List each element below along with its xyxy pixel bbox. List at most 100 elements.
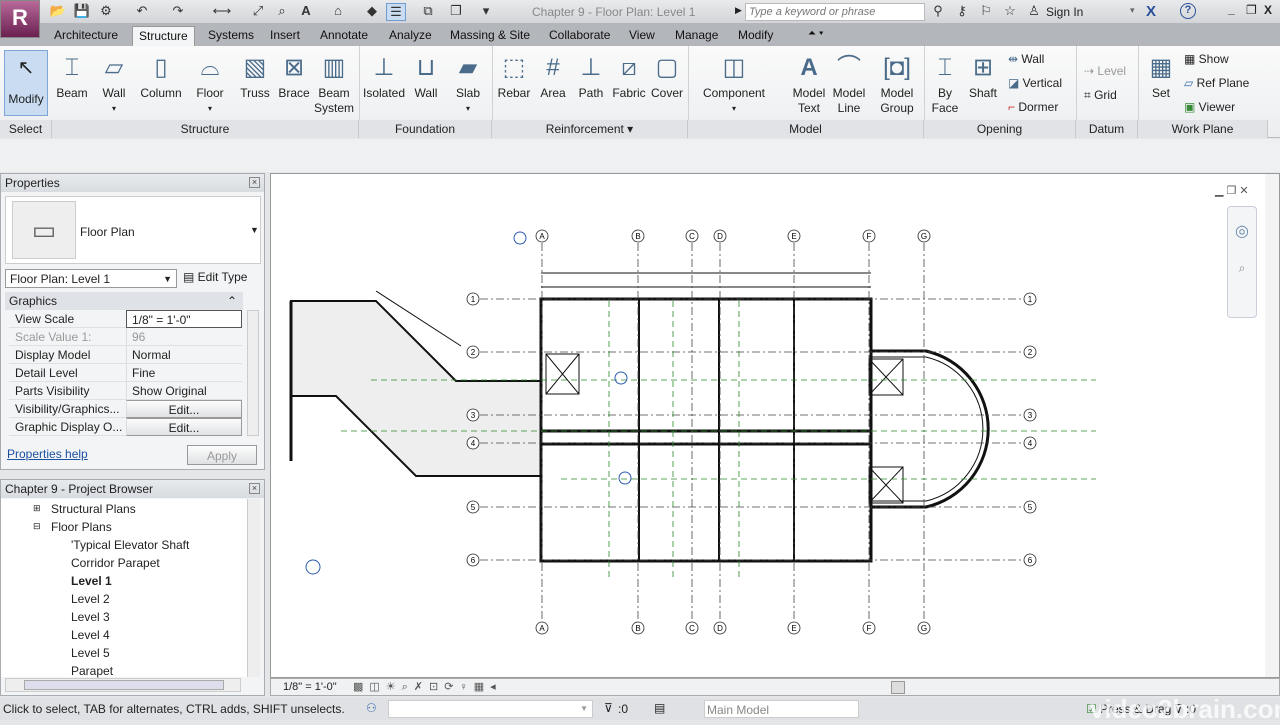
grid-button[interactable]: ⌗ Grid [1084, 88, 1117, 103]
exchange-icon[interactable]: X [1146, 3, 1156, 20]
beam-system-button[interactable]: ▥ Beam System [314, 50, 354, 116]
viewer-button[interactable]: ▣ Viewer [1184, 100, 1235, 114]
properties-help-link[interactable]: Properties help [7, 447, 88, 461]
canvas-hscrollbar-thumb[interactable] [891, 681, 905, 694]
tree-item[interactable]: Corridor Parapet [71, 556, 160, 570]
beam-button[interactable]: ⌶ Beam [54, 50, 90, 101]
grid-bubble-6[interactable]: 6 [1023, 553, 1037, 567]
grid-bubble-B[interactable]: B [631, 229, 645, 243]
ref-plane-button[interactable]: ▱ Ref Plane [1184, 76, 1249, 90]
vertical-opening-button[interactable]: ◪ Vertical [1008, 76, 1062, 90]
grid-bubble-D[interactable]: D [713, 229, 727, 243]
design-options-icon[interactable]: ▤ [654, 701, 665, 715]
show-workplane-button[interactable]: ▦ Show [1184, 52, 1229, 66]
wall-opening-button[interactable]: ⇹ Wall [1008, 52, 1044, 66]
grid-bubble-3[interactable]: 3 [466, 408, 480, 422]
area-button[interactable]: # Area [536, 50, 570, 101]
tab-systems[interactable]: Systems [202, 26, 260, 46]
panel-select[interactable]: Select [0, 120, 52, 138]
open-icon[interactable]: 📂 [48, 3, 68, 19]
worksets-icon[interactable]: ⚇ [366, 701, 377, 715]
wall-foundation-button[interactable]: ⊔ Wall [408, 50, 444, 101]
section-icon[interactable]: ◆ [362, 3, 382, 19]
graphic-display-edit-button[interactable]: Edit... [126, 418, 242, 436]
edit-type-button[interactable]: ▤ Edit Type [183, 270, 247, 284]
expand-icon[interactable]: ⊞ [33, 503, 41, 514]
tab-view[interactable]: View [623, 26, 661, 46]
tree-item[interactable]: Level 3 [71, 610, 110, 624]
sign-in-dropdown-icon[interactable]: ▾ [1130, 5, 1135, 16]
grid-bubble-1[interactable]: 1 [466, 292, 480, 306]
thin-lines-icon[interactable]: ☰ [386, 3, 406, 21]
ribbon-minimize-icon[interactable]: ⏶ ▾ [802, 26, 830, 46]
fabric-button[interactable]: ⧄ Fabric [610, 50, 648, 101]
rebar-button[interactable]: ⬚ Rebar [496, 50, 532, 101]
grid-bubble-F[interactable]: F [862, 621, 876, 635]
model-line-button[interactable]: ⌒ Model Line [830, 50, 868, 116]
grid-bubble-2[interactable]: 2 [466, 345, 480, 359]
visibility-edit-button[interactable]: Edit... [126, 400, 242, 418]
restore-button[interactable]: ❐ [1246, 3, 1257, 17]
grid-bubble-4[interactable]: 4 [466, 436, 480, 450]
satellite-icon[interactable]: ⚐ [976, 3, 996, 19]
grid-bubble-G[interactable]: G [917, 229, 931, 243]
floor-button[interactable]: ⌓ Floor ▾ [192, 50, 228, 116]
save-icon[interactable]: 💾 [72, 3, 92, 19]
apply-button[interactable]: Apply [187, 445, 257, 465]
graphics-section[interactable]: Graphics ⌃ [5, 292, 243, 310]
tree-item[interactable]: Level 4 [71, 628, 110, 642]
grid-bubble-A[interactable]: A [535, 229, 549, 243]
zoom-icon[interactable]: ⌕ [1228, 261, 1256, 276]
tree-item[interactable]: Parapet [71, 664, 113, 678]
truss-button[interactable]: ▧ Truss [238, 50, 272, 101]
minimize-button[interactable]: _ [1228, 2, 1235, 16]
grid-bubble-A[interactable]: A [535, 621, 549, 635]
tree-item[interactable]: 'Typical Elevator Shaft [71, 538, 189, 552]
browser-hscrollbar[interactable] [5, 678, 241, 692]
instance-selector[interactable]: Floor Plan: Level 1 ▼ [5, 269, 177, 288]
collapse-icon[interactable]: ⊟ [33, 521, 41, 532]
navigation-bar[interactable]: ◎ ⌕ [1227, 206, 1257, 318]
tree-item[interactable]: Level 2 [71, 592, 110, 606]
tree-item[interactable]: Level 5 [71, 646, 110, 660]
grid-bubble-E[interactable]: E [787, 621, 801, 635]
tree-item[interactable]: Structural Plans [51, 502, 136, 516]
canvas-vscrollbar[interactable] [1265, 174, 1279, 677]
grid-bubble-3[interactable]: 3 [1023, 408, 1037, 422]
grid-bubble-C[interactable]: C [685, 621, 699, 635]
close-button[interactable]: X [1264, 3, 1272, 17]
switch-windows-icon[interactable]: ❐ [446, 3, 466, 19]
steering-wheel-icon[interactable]: ◎ [1228, 221, 1256, 241]
slab-button[interactable]: ▰ Slab ▾ [450, 50, 486, 116]
customize-qat-icon[interactable]: ▾ [476, 3, 496, 19]
user-icon[interactable]: ♙ [1024, 3, 1044, 19]
floor-plan-drawing[interactable]: A A B B C C D D E E F F G G 1 1 2 2 3 3 4 4 5 5 6 6 [271, 174, 1280, 678]
cover-button[interactable]: ▢ Cover [648, 50, 686, 101]
column-button[interactable]: ▯ Column [138, 50, 184, 101]
star-icon[interactable]: ☆ [1000, 3, 1020, 19]
binoculars-icon[interactable]: ⚲ [928, 3, 948, 19]
tree-item[interactable]: Floor Plans [51, 520, 112, 534]
filter-icon[interactable]: ⊽ [604, 701, 613, 715]
measure-icon[interactable]: ⟷ [212, 3, 232, 19]
component-button[interactable]: ◫ Component ▾ [698, 50, 770, 116]
close-icon[interactable]: × [249, 483, 260, 494]
tab-insert[interactable]: Insert [264, 26, 306, 46]
grid-bubble-2[interactable]: 2 [1023, 345, 1037, 359]
key-icon[interactable]: ⚷ [952, 3, 972, 19]
undo-icon[interactable]: ↶ [132, 3, 152, 19]
model-text-button[interactable]: A Model Text [788, 50, 830, 116]
search-input[interactable]: Type a keyword or phrase [745, 3, 925, 21]
3d-view-icon[interactable]: ⌂ [328, 3, 348, 18]
grid-bubble-C[interactable]: C [685, 229, 699, 243]
grid-bubble-D[interactable]: D [713, 621, 727, 635]
tab-structure[interactable]: Structure [132, 26, 195, 46]
sign-in-link[interactable]: Sign In [1046, 5, 1083, 19]
view-scale-button[interactable]: 1/8" = 1'-0" [283, 681, 337, 693]
design-option-dropdown[interactable]: Main Model [704, 700, 859, 718]
shaft-button[interactable]: ⊞ Shaft [964, 50, 1002, 101]
grid-bubble-5[interactable]: 5 [1023, 500, 1037, 514]
tab-modify[interactable]: Modify [732, 26, 779, 46]
grid-bubble-5[interactable]: 5 [466, 500, 480, 514]
modify-button[interactable]: ↖ Modify [4, 50, 48, 116]
